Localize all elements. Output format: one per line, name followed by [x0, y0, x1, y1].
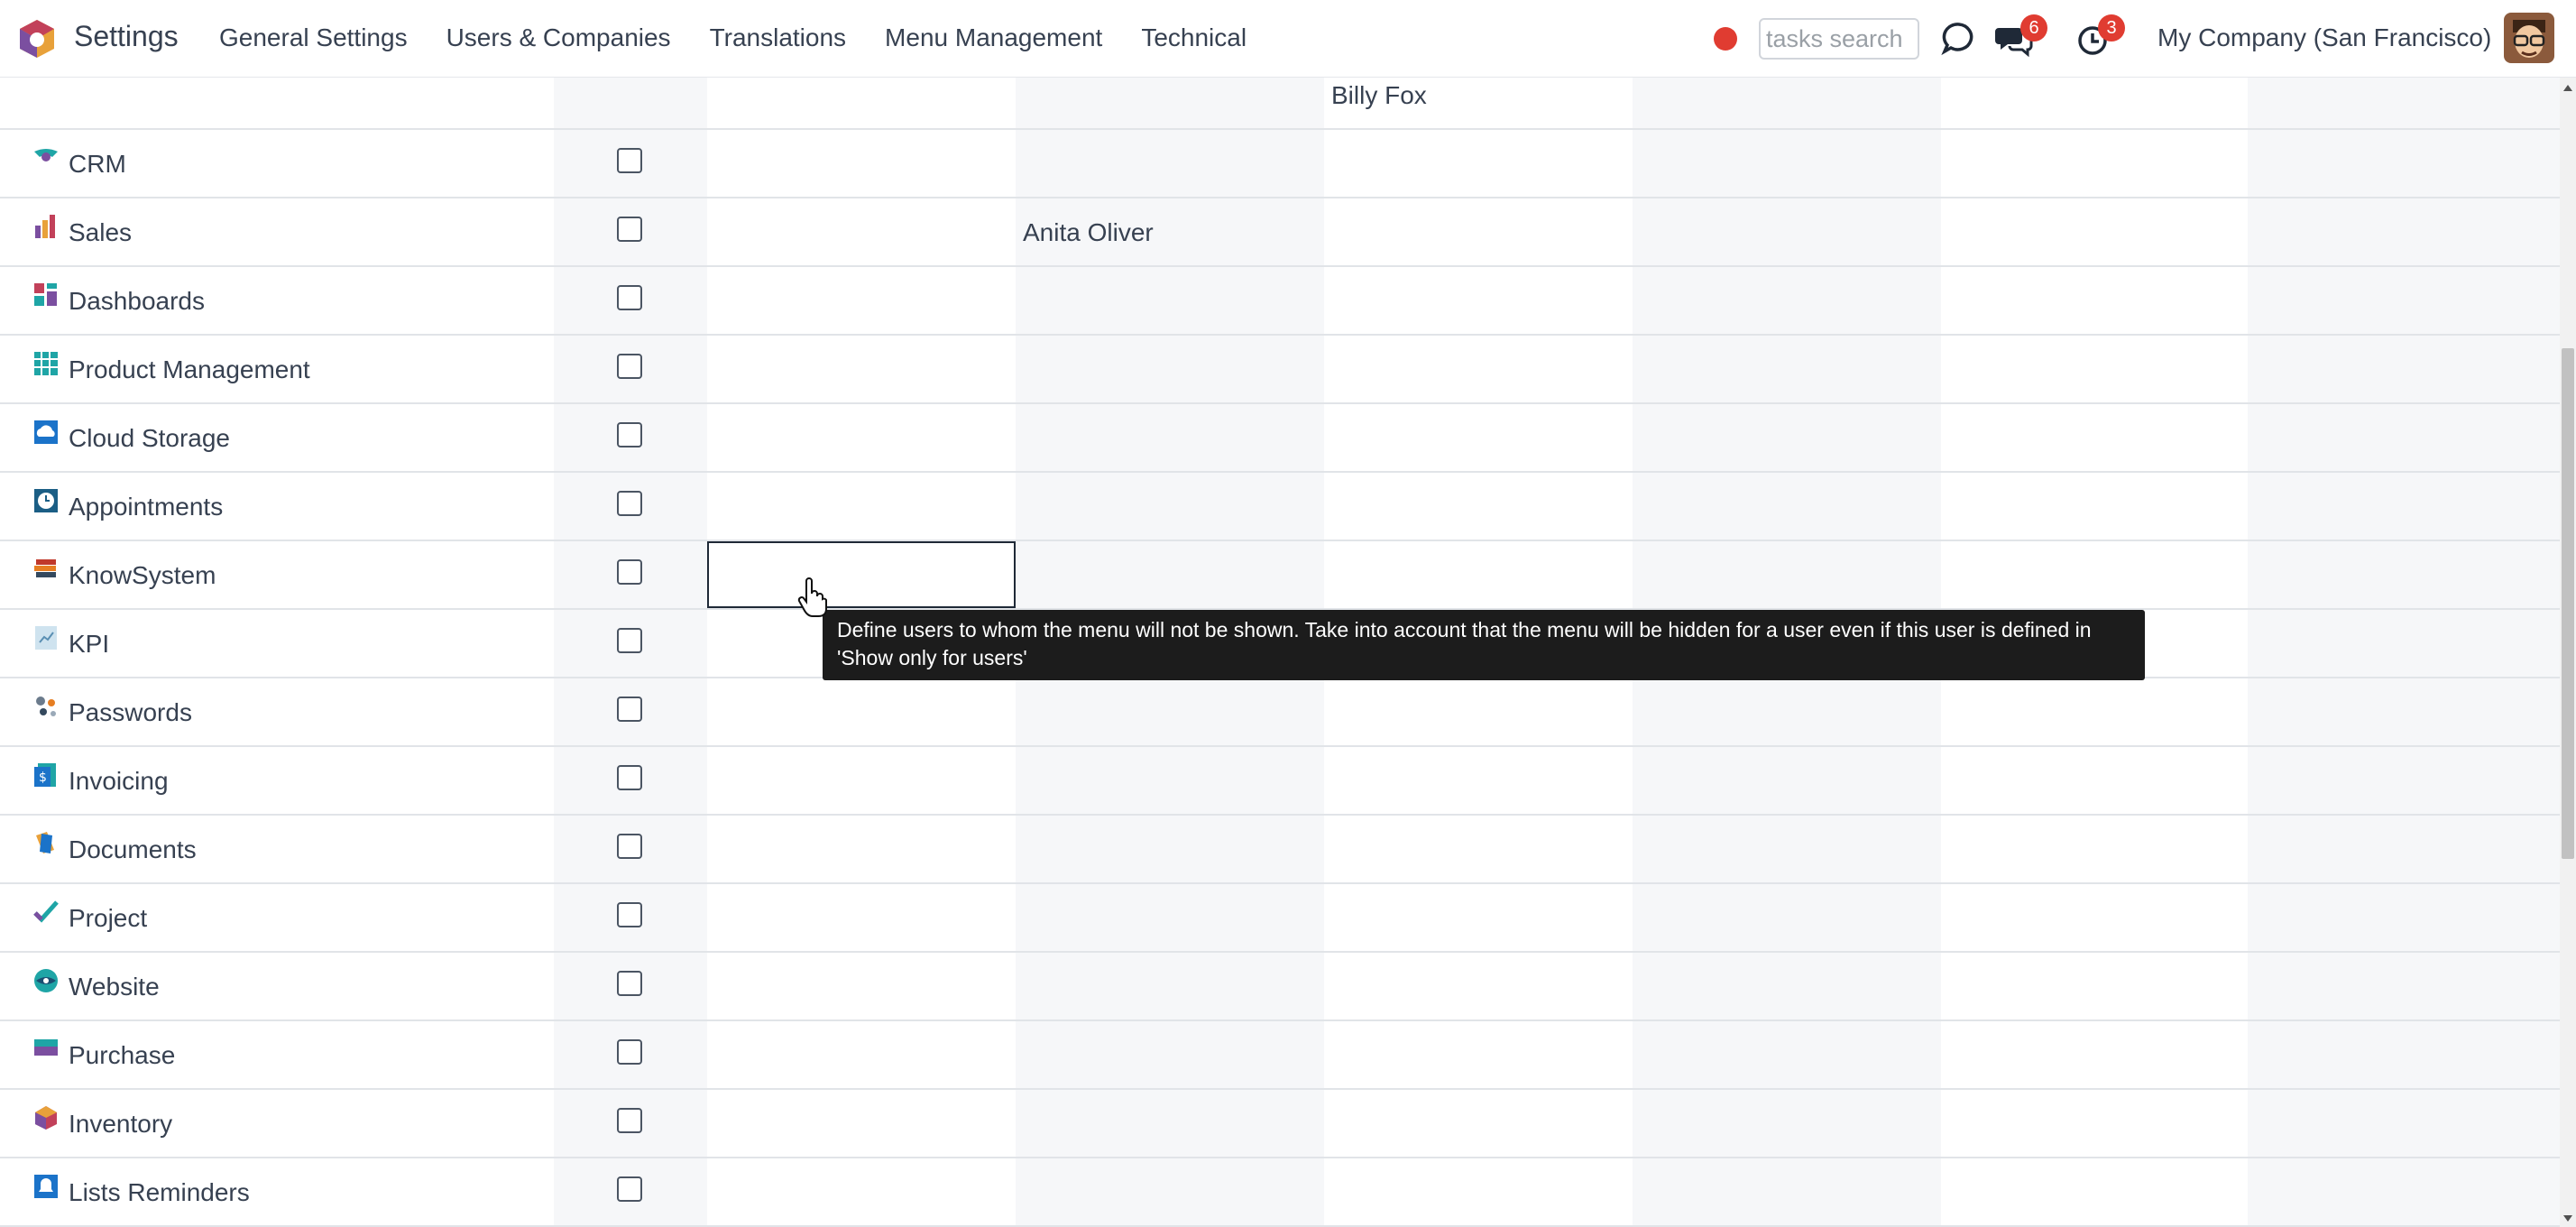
table-row[interactable]: Appointments: [0, 473, 2560, 541]
row-label: Invoicing: [69, 767, 169, 795]
table-row[interactable]: Lists Reminders: [0, 1158, 2560, 1227]
row-label: Documents: [69, 835, 197, 863]
menu-general-settings[interactable]: General Settings: [219, 23, 408, 52]
row-checkbox[interactable]: [617, 1108, 642, 1133]
table-row[interactable]: Sales Anita Oliver: [0, 198, 2560, 267]
table-row[interactable]: Website: [0, 953, 2560, 1021]
row-checkbox[interactable]: [617, 834, 642, 859]
kpi-icon: [35, 626, 57, 650]
appointments-icon: [34, 489, 58, 512]
row-label: KnowSystem: [69, 561, 216, 589]
hand-pointer-cursor-icon: [797, 577, 827, 617]
row-label: Sales: [69, 218, 133, 246]
table-row[interactable]: Documents: [0, 816, 2560, 884]
purchase-icon: [34, 1039, 58, 1056]
row-checkbox[interactable]: [617, 697, 642, 722]
table-row[interactable]: Dashboards: [0, 267, 2560, 336]
row-label: Passwords: [69, 698, 192, 726]
menu-users-companies[interactable]: Users & Companies: [446, 23, 671, 52]
row-label: Inventory: [69, 1110, 173, 1138]
hidden-user-anita-oliver[interactable]: Anita Oliver: [1023, 218, 1154, 247]
row-label: Website: [69, 973, 160, 1001]
tasks-search-input[interactable]: [1759, 18, 1919, 60]
header-row: Billy Fox: [0, 78, 2560, 130]
invoicing-icon: $: [34, 763, 56, 787]
product-management-icon: [34, 352, 58, 375]
discuss-bubble-icon[interactable]: [1937, 17, 1981, 60]
row-checkbox[interactable]: [617, 765, 642, 790]
row-label: Project: [69, 904, 148, 932]
row-checkbox[interactable]: [617, 1176, 642, 1202]
scrollbar-thumb[interactable]: [2562, 348, 2574, 859]
crm-icon: [34, 149, 58, 161]
table-row[interactable]: Project: [0, 884, 2560, 953]
odoo-app-logo-icon[interactable]: [16, 18, 58, 60]
main-menu: General Settings Users & Companies Trans…: [219, 23, 1285, 52]
table-row[interactable]: Purchase: [0, 1021, 2560, 1090]
row-checkbox[interactable]: [617, 902, 642, 927]
table-row[interactable]: Passwords: [0, 678, 2560, 747]
table-row[interactable]: $ Invoicing: [0, 747, 2560, 816]
row-checkbox[interactable]: [617, 217, 642, 242]
app-title[interactable]: Settings: [74, 20, 179, 53]
table-row[interactable]: Product Management: [0, 336, 2560, 404]
row-label: CRM: [69, 150, 126, 178]
row-label: Cloud Storage: [69, 424, 231, 452]
inventory-icon: [35, 1106, 57, 1130]
vertical-scrollbar[interactable]: [2560, 78, 2576, 1227]
table-row[interactable]: Inventory: [0, 1090, 2560, 1158]
company-switcher[interactable]: My Company (San Francisco): [2157, 23, 2491, 52]
row-label: Appointments: [69, 493, 224, 521]
website-icon: [34, 969, 58, 992]
row-checkbox[interactable]: [617, 971, 642, 996]
sales-icon: [35, 215, 55, 238]
row-checkbox[interactable]: [617, 285, 642, 310]
documents-icon: [36, 832, 54, 853]
passwords-icon: [36, 697, 56, 716]
row-checkbox[interactable]: [617, 354, 642, 379]
scroll-down-arrow-icon[interactable]: [2563, 1215, 2572, 1222]
table-row[interactable]: Cloud Storage: [0, 404, 2560, 473]
user-avatar[interactable]: [2504, 13, 2554, 63]
knowsystem-icon: [34, 559, 56, 577]
lists-reminders-icon: [34, 1175, 58, 1198]
row-label: KPI: [69, 630, 110, 658]
project-icon: [33, 900, 59, 923]
row-checkbox[interactable]: [617, 491, 642, 516]
row-checkbox[interactable]: [617, 628, 642, 653]
user-header-billy-fox: Billy Fox: [1331, 81, 1427, 109]
recording-indicator-icon[interactable]: [1714, 27, 1737, 51]
menu-menu-management[interactable]: Menu Management: [885, 23, 1102, 52]
scroll-up-arrow-icon[interactable]: [2563, 85, 2572, 91]
row-checkbox[interactable]: [617, 148, 642, 173]
activities-count-badge: 3: [2098, 14, 2125, 42]
row-label: Lists Reminders: [69, 1178, 250, 1206]
menu-translations[interactable]: Translations: [710, 23, 846, 52]
row-label: Purchase: [69, 1041, 176, 1069]
row-label: Product Management: [69, 355, 310, 383]
row-checkbox[interactable]: [617, 559, 642, 585]
row-label: Dashboards: [69, 287, 205, 315]
table-row[interactable]: KnowSystem: [0, 541, 2560, 610]
hide-for-users-tooltip: Define users to whom the menu will not b…: [823, 610, 2145, 680]
table-row[interactable]: CRM: [0, 130, 2560, 198]
menu-technical[interactable]: Technical: [1141, 23, 1247, 52]
hidden-users-cell-focused[interactable]: [707, 541, 1016, 608]
svg-text:$: $: [39, 770, 47, 785]
row-checkbox[interactable]: [617, 1039, 642, 1065]
messages-count-badge: 6: [2020, 14, 2047, 42]
cloud-storage-icon: [34, 420, 58, 444]
dashboards-icon: [34, 283, 57, 306]
top-navbar: Settings General Settings Users & Compan…: [0, 0, 2576, 78]
row-checkbox[interactable]: [617, 422, 642, 447]
